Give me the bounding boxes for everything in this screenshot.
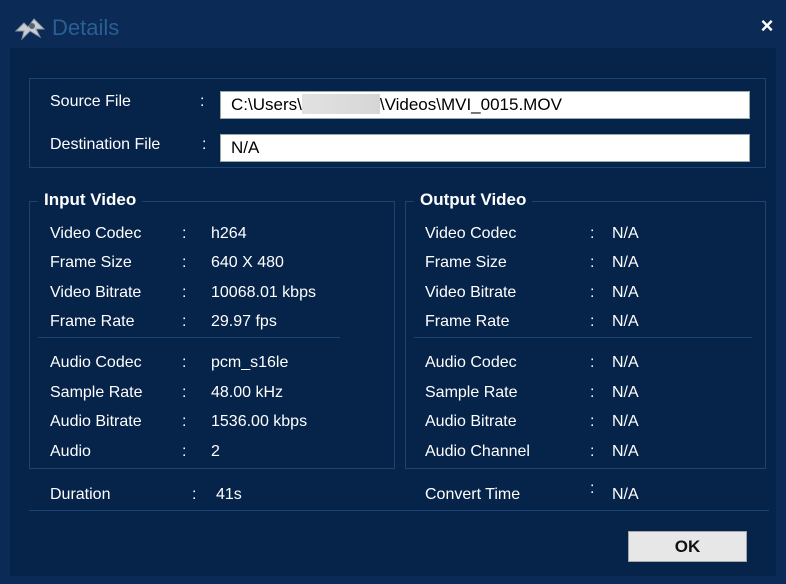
destination-file-field[interactable]: N/A [220,134,750,162]
row-label: Frame Rate [50,313,135,330]
row-value: 29.97 fps [211,313,277,330]
row-value: 1536.00 kbps [211,413,308,430]
row-colon: : [182,254,187,271]
row-value: 2 [211,443,220,460]
convert-time-label: Convert Time [425,486,521,503]
row-value: N/A [612,413,639,430]
row-colon: : [182,413,187,430]
destination-file-label: Destination File [50,136,161,153]
row-value: N/A [612,254,639,271]
file-paths-panel: Source File : C:\Users\ \Videos\MVI_0015.… [29,78,766,168]
row-label: Frame Size [425,254,507,271]
row-label: Frame Rate [425,313,510,330]
row-colon: : [590,354,595,371]
row-value: pcm_s16le [211,354,289,371]
row-value: N/A [612,313,639,330]
row-colon: : [590,284,595,301]
row-label: Audio Bitrate [50,413,142,430]
title-bar: Details × [0,0,786,48]
row-colon: : [182,225,187,242]
row-value: N/A [612,225,639,242]
row-colon: : [590,254,595,271]
row-label: Audio Channel [425,443,530,460]
source-file-label: Source File [50,93,131,110]
close-icon[interactable]: × [758,15,776,37]
row-value: N/A [612,384,639,401]
row-colon: : [590,443,595,460]
row-value: h264 [211,225,247,242]
input-video-divider [38,337,340,338]
row-value: 48.00 kHz [211,384,284,401]
row-value: N/A [612,284,639,301]
row-colon: : [182,284,187,301]
source-path-suffix: \Videos\MVI_0015.MOV [379,95,562,114]
destination-file-colon: : [202,136,207,153]
input-video-title: Input Video [38,190,143,210]
row-colon: : [590,313,595,330]
app-logo-icon [14,18,46,41]
row-colon: : [182,313,187,330]
redacted-username [301,94,380,114]
details-dialog: Details × Source File : C:\Users\ \Videos… [0,0,786,584]
row-colon: : [590,384,595,401]
row-colon: : [182,443,187,460]
row-label: Video Codec [425,225,517,242]
row-value: 640 X 480 [211,254,284,271]
row-label: Audio Codec [425,354,517,371]
convert-time-value: N/A [612,486,639,503]
row-label: Audio [50,443,91,460]
window-title: Details [52,15,120,40]
ok-button[interactable]: OK [628,531,747,562]
row-colon: : [182,354,187,371]
source-file-colon: : [200,93,205,110]
row-label: Video Codec [50,225,142,242]
row-value: N/A [612,354,639,371]
convert-time-colon: : [590,480,595,497]
row-label: Video Bitrate [50,284,142,301]
row-colon: : [590,225,595,242]
duration-label: Duration [50,486,111,503]
source-file-field[interactable]: C:\Users\ \Videos\MVI_0015.MOV [220,91,750,119]
row-label: Audio Codec [50,354,142,371]
dialog-body: Source File : C:\Users\ \Videos\MVI_0015.… [10,48,776,576]
duration-value: 41s [216,486,242,503]
row-label: Sample Rate [50,384,143,401]
row-colon: : [590,413,595,430]
row-label: Audio Bitrate [425,413,517,430]
output-video-title: Output Video [414,190,533,210]
source-path-prefix: C:\Users\ [231,95,302,114]
footer-divider [29,510,769,511]
row-label: Frame Size [50,254,132,271]
row-colon: : [182,384,187,401]
row-label: Video Bitrate [425,284,517,301]
output-video-divider [414,337,752,338]
row-value: N/A [612,443,639,460]
duration-colon: : [192,486,197,503]
row-label: Sample Rate [425,384,518,401]
row-value: 10068.01 kbps [211,284,316,301]
